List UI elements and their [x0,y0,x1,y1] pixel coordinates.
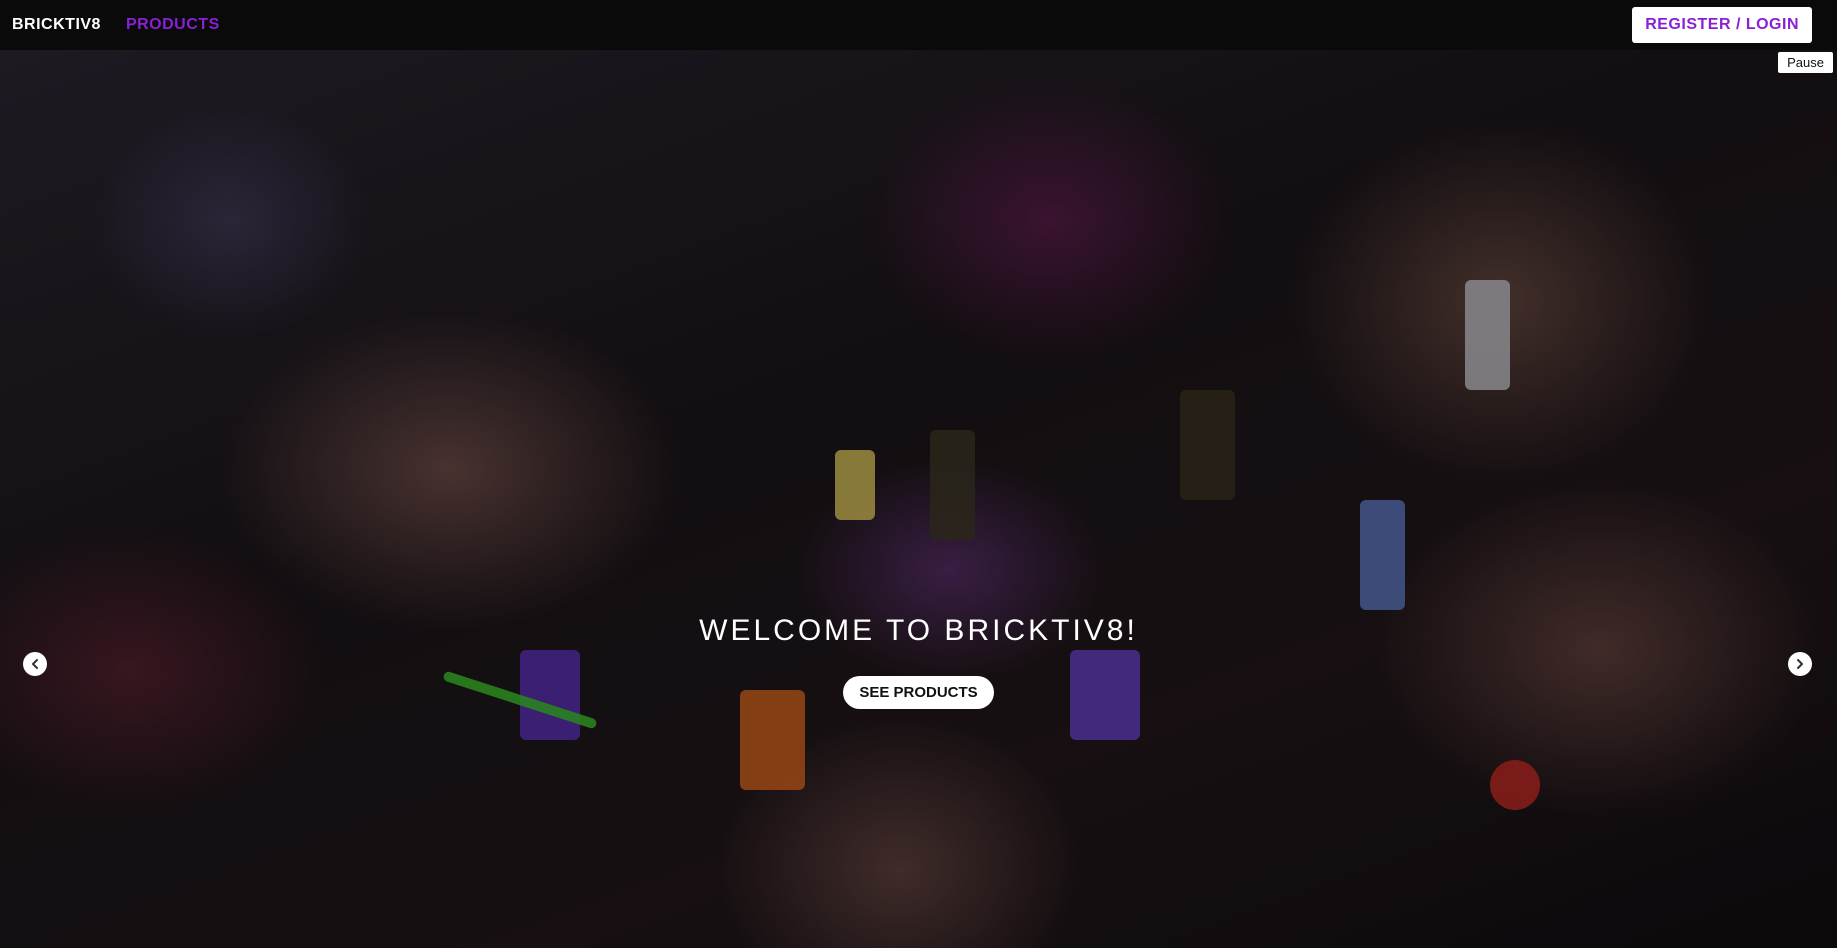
carousel-pause-button[interactable]: Pause [1778,52,1833,73]
hero-caption: WELCOME TO BRICKTIV8! SEE PRODUCTS [0,614,1837,709]
brand-logo[interactable]: BRICKTIV8 [12,16,101,34]
hero-title: WELCOME TO BRICKTIV8! [699,614,1138,647]
see-products-button[interactable]: SEE PRODUCTS [843,676,994,709]
hero-carousel [0,50,1837,948]
top-navbar: BRICKTIV8 PRODUCTS REGISTER / LOGIN [0,0,1837,50]
hero-overlay [0,50,1837,948]
nav-link-products[interactable]: PRODUCTS [126,16,220,34]
register-login-button[interactable]: REGISTER / LOGIN [1632,7,1812,43]
